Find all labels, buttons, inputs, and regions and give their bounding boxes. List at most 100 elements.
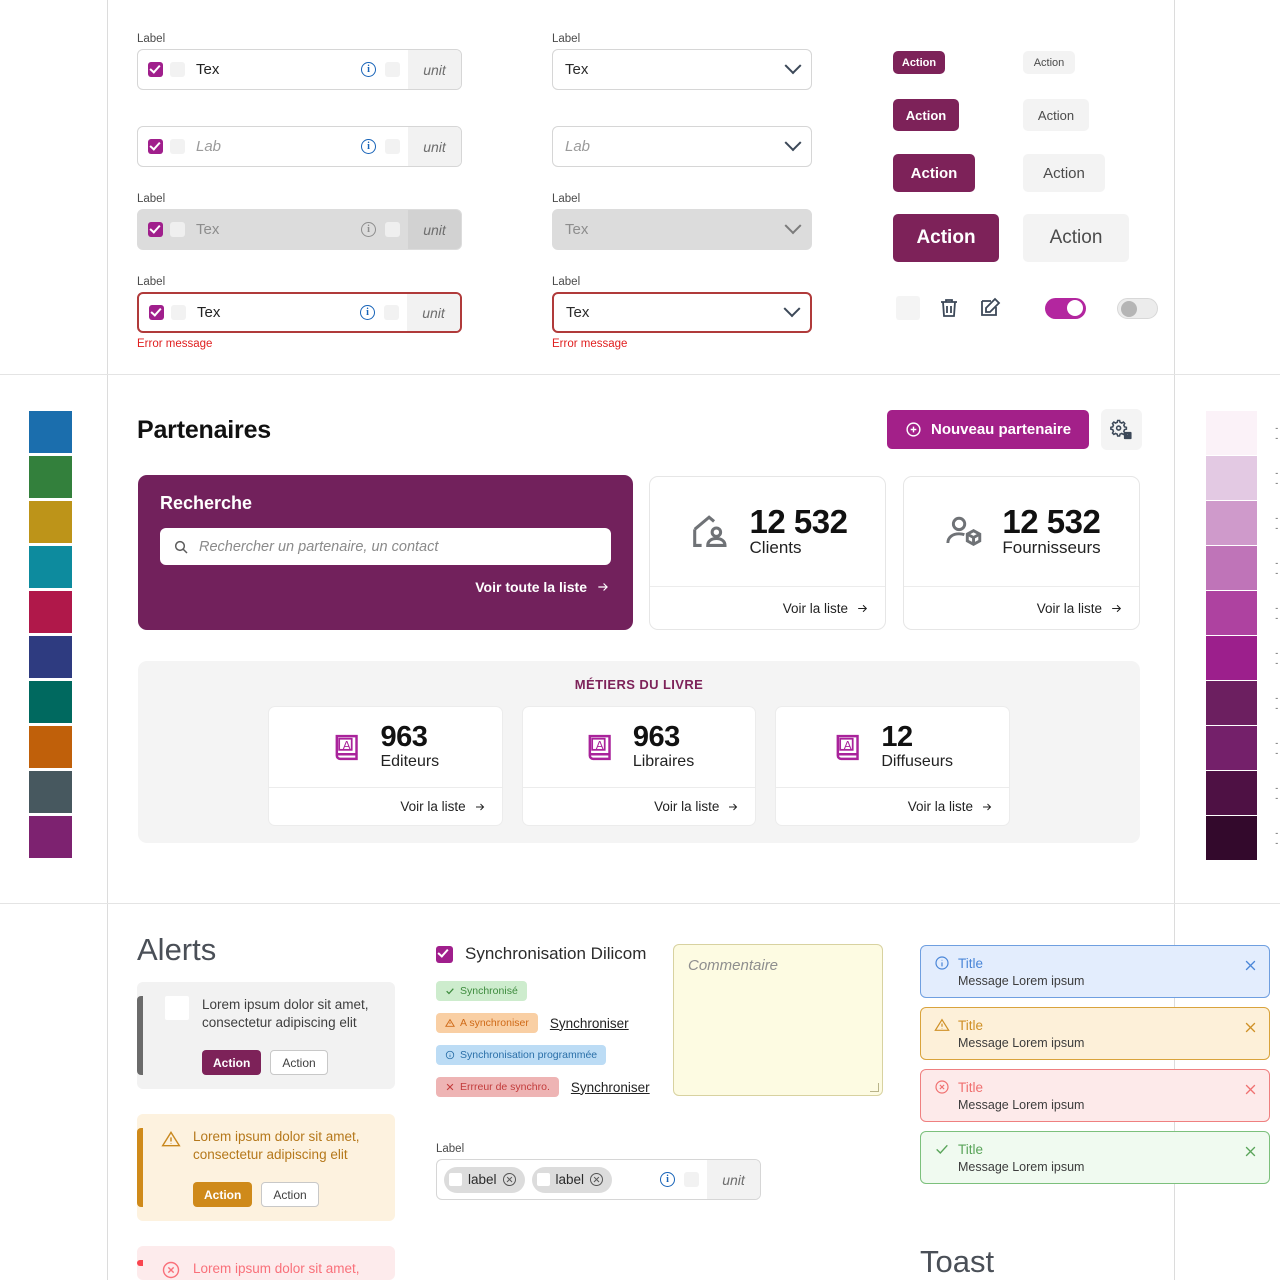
metier-link-label: Voir la liste — [907, 799, 974, 814]
metier-link-label: Voir la liste — [654, 799, 720, 814]
info-icon[interactable]: i — [360, 305, 375, 320]
input-value: Tex — [196, 221, 220, 238]
text-input[interactable]: Lab i unit — [137, 126, 462, 167]
swatch-label: -- — [1275, 828, 1279, 848]
input-placeholder[interactable]: Lab — [185, 138, 361, 155]
checkbox-blank[interactable] — [684, 1172, 699, 1187]
metier-footer-link[interactable]: Voir la liste — [269, 787, 502, 825]
input-value[interactable]: Tex — [186, 304, 360, 321]
text-input-error[interactable]: Tex i unit — [137, 292, 462, 333]
close-icon[interactable] — [1243, 958, 1258, 973]
metier-footer-link[interactable]: Voir la liste — [522, 787, 756, 825]
metiers-panel: MÉTIERS DU LIVRE A 963 Editeurs Voir la … — [138, 661, 1140, 843]
toast-success: Title Message Lorem ipsum — [920, 1131, 1270, 1184]
select-input[interactable]: Tex — [552, 49, 812, 90]
toast-heading: Toast — [920, 1244, 995, 1279]
partners-section: Partenaires Nouveau partenaire Recherche… — [0, 375, 1280, 903]
arrow-right-icon — [729, 803, 738, 810]
stat-link-label: Voir la liste — [1036, 600, 1102, 616]
comment-placeholder: Commentaire — [688, 957, 779, 974]
metier-card-diffuseurs[interactable]: A 12 Diffuseurs Voir la liste — [775, 706, 1011, 826]
info-icon[interactable]: i — [361, 62, 376, 77]
metier-value: 963 — [632, 721, 680, 754]
toggle-off[interactable] — [1117, 297, 1158, 319]
swatch-label: -- — [1275, 738, 1279, 758]
field-label: Label — [552, 276, 581, 288]
secondary-button-md[interactable]: Action — [1023, 154, 1105, 192]
primary-button-sm[interactable]: Action — [893, 99, 959, 131]
check-icon — [446, 988, 454, 995]
trash-icon[interactable] — [937, 296, 961, 320]
alert-secondary-action[interactable]: Action — [261, 1182, 319, 1208]
alert-secondary-action[interactable]: Action — [270, 1050, 328, 1076]
stat-footer-link[interactable]: Voir la liste — [650, 586, 885, 629]
input-value[interactable]: Tex — [185, 61, 361, 78]
stat-card-fournisseurs[interactable]: 12 532 Fournisseurs Voir la liste — [903, 476, 1140, 630]
blank-checkbox-icon[interactable] — [896, 296, 920, 320]
checkbox-checked[interactable] — [148, 62, 163, 77]
toast-message: Message Lorem ipsum — [958, 1036, 1085, 1050]
metier-body: A 963 Editeurs — [269, 707, 502, 787]
primary-button-xs[interactable]: Action — [893, 51, 945, 74]
field-label: Label — [552, 33, 581, 45]
checkbox-checked[interactable] — [148, 139, 163, 154]
secondary-button-lg[interactable]: Action — [1023, 214, 1129, 262]
tag-pill[interactable]: label — [444, 1166, 525, 1193]
close-icon[interactable] — [1243, 1020, 1258, 1035]
field-label: Label — [137, 193, 166, 205]
tag-checkbox[interactable] — [536, 1173, 550, 1186]
secondary-button-sm[interactable]: Action — [1023, 99, 1089, 131]
checkbox-blank[interactable] — [170, 62, 185, 77]
select-input[interactable]: Lab — [552, 126, 812, 167]
stat-footer-link[interactable]: Voir la liste — [904, 586, 1139, 629]
info-icon[interactable]: i — [361, 139, 376, 154]
checkbox-blank-2[interactable] — [384, 305, 399, 320]
tag-pill[interactable]: label — [531, 1166, 613, 1193]
close-icon[interactable] — [1243, 1082, 1258, 1097]
remove-circle-icon[interactable] — [590, 1173, 604, 1186]
metier-card-libraires[interactable]: A 963 Libraires Voir la liste — [521, 706, 757, 826]
select-input-error[interactable]: Tex — [552, 292, 812, 333]
error-message: Error message — [137, 338, 213, 350]
search-icon — [174, 540, 188, 554]
checkbox-checked[interactable] — [149, 305, 164, 320]
secondary-button-xs[interactable]: Action — [1023, 51, 1075, 74]
edit-icon[interactable] — [978, 296, 1002, 320]
primary-button-lg[interactable]: Action — [893, 214, 999, 262]
toast-error: Title Message Lorem ipsum — [920, 1069, 1270, 1122]
search-input[interactable]: Rechercher un partenaire, un contact — [160, 528, 611, 565]
tag-input[interactable]: label label i unit — [436, 1159, 761, 1200]
book-a-icon: A — [836, 734, 860, 760]
checkbox-blank-2[interactable] — [385, 139, 400, 154]
comment-textarea[interactable]: Commentaire — [673, 944, 883, 1096]
checkbox-blank[interactable] — [171, 305, 186, 320]
checkbox-blank-2[interactable] — [385, 62, 400, 77]
stat-card-clients[interactable]: 12 532 Clients Voir la liste — [649, 476, 886, 630]
partner-settings-button[interactable] — [1101, 409, 1142, 450]
tag-checkbox[interactable] — [449, 1173, 462, 1186]
info-icon[interactable]: i — [660, 1172, 675, 1187]
swatch — [29, 456, 72, 498]
chevron-down-icon — [784, 216, 802, 234]
alert-primary-action[interactable]: Action — [202, 1050, 262, 1076]
primary-button-md[interactable]: Action — [893, 154, 975, 192]
new-partner-button[interactable]: Nouveau partenaire — [887, 410, 1090, 449]
metier-footer-link[interactable]: Voir la liste — [776, 787, 1010, 825]
toast-list: Title Message Lorem ipsum Title Message … — [920, 945, 1270, 1184]
alerts-section: Alerts Lorem ipsum dolor sit amet, conse… — [0, 904, 1280, 1280]
checkbox-icon[interactable] — [165, 996, 189, 1020]
close-icon[interactable] — [1243, 1144, 1258, 1159]
remove-circle-icon[interactable] — [502, 1173, 516, 1186]
toggle-on[interactable] — [1045, 297, 1086, 319]
error-circle-icon — [935, 1080, 949, 1094]
checkbox-blank[interactable] — [170, 139, 185, 154]
sync-checkbox[interactable] — [436, 945, 453, 963]
metier-card-editeurs[interactable]: A 963 Editeurs Voir la liste — [268, 706, 503, 826]
sync-action-link[interactable]: Synchroniser — [571, 1080, 650, 1095]
text-input[interactable]: Tex i unit — [137, 49, 462, 90]
see-all-link[interactable]: Voir toute la liste — [160, 579, 611, 595]
sync-action-link[interactable]: Synchroniser — [550, 1016, 629, 1031]
badge-label: Synchronisation programmée — [460, 1049, 598, 1061]
alert-primary-action[interactable]: Action — [193, 1182, 253, 1208]
swatch-label: -- — [1275, 603, 1279, 623]
